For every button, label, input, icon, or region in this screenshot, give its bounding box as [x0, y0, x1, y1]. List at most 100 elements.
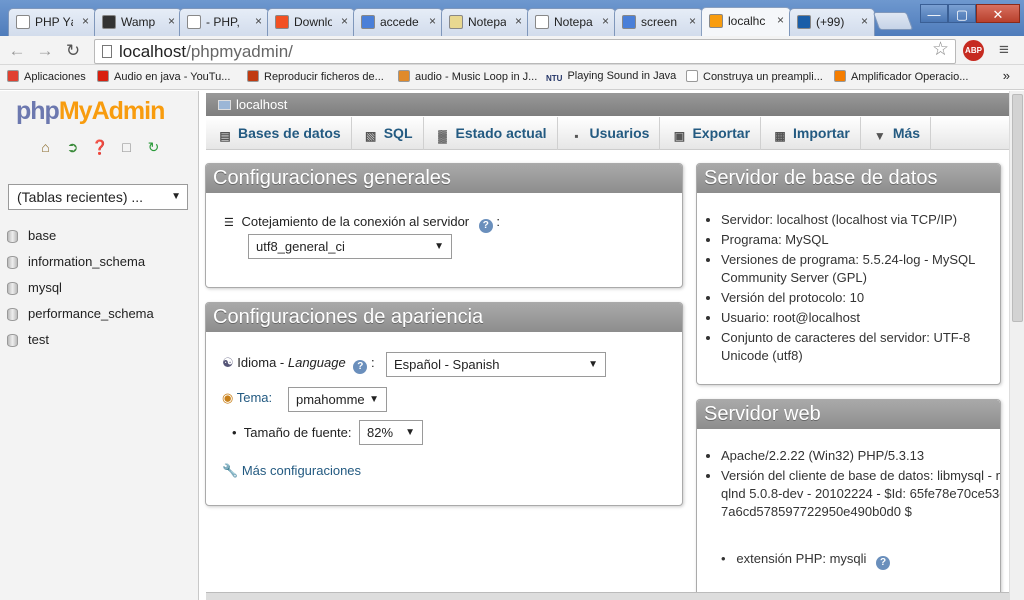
bookmark-item[interactable]: Construya un preampli...: [686, 70, 823, 83]
tab-8[interactable]: localhc ×: [701, 7, 791, 36]
menu-tab-3[interactable]: ▪ Usuarios: [558, 117, 661, 150]
bookmark-label: audio - Music Loop in J...: [415, 71, 538, 83]
close-tab-icon[interactable]: ×: [861, 14, 868, 28]
browser-toolbar: ← → ↻ localhost/phpmyadmin/ ☆ ABP ≡: [0, 36, 1024, 65]
chevron-down-icon: ▼: [171, 191, 181, 202]
menu-tab-6[interactable]: ▼ Más: [861, 117, 932, 150]
database-icon: [7, 230, 18, 243]
page-icon: [686, 70, 698, 82]
reload-icon[interactable]: ↻: [62, 40, 84, 62]
tab-5[interactable]: Notepa ×: [441, 8, 529, 36]
help-icon[interactable]: ?: [876, 556, 891, 570]
chevron-down-icon: ▼: [369, 394, 379, 405]
bookmark-label: Playing Sound in Java: [567, 70, 677, 82]
close-window-button[interactable]: ✕: [976, 4, 1020, 23]
tab-6[interactable]: Notepa ×: [527, 8, 616, 36]
page-icon: [102, 45, 112, 58]
minimize-button[interactable]: —: [920, 4, 948, 23]
phpmyadmin-logo[interactable]: phpMyAdmin: [16, 97, 165, 126]
navigation-panel: phpMyAdmin ⌂ ➲ ❓ □ ↻ (Tablas recientes) …: [0, 91, 199, 600]
tab-label: Downlo: [294, 15, 332, 29]
database-server-panel: Servidor de base de datos Servidor: loca…: [696, 163, 1001, 385]
adblock-icon[interactable]: ABP: [963, 40, 984, 61]
collation-row: ☰ Cotejamiento de la conexión al servido…: [224, 214, 501, 233]
menu-tab-5[interactable]: ▦ Importar: [761, 117, 861, 150]
general-settings-panel: Configuraciones generales ☰ Cotejamiento…: [205, 163, 683, 288]
back-icon[interactable]: ←: [6, 40, 28, 62]
close-tab-icon[interactable]: ×: [429, 14, 436, 28]
database-item[interactable]: base: [0, 223, 199, 249]
scrollbar-thumb[interactable]: [1012, 94, 1023, 322]
top-menu: ▤ Bases de datos ▧ SQL ▓ Estado actual ▪ Usuari…: [206, 117, 1009, 150]
more-settings-link[interactable]: Más configuraciones: [242, 463, 361, 478]
google-icon: [361, 15, 375, 29]
theme-select[interactable]: pmahomme ▼: [288, 387, 387, 412]
tab-4[interactable]: accede ×: [353, 8, 443, 36]
language-select[interactable]: Español - Spanish ▼: [386, 352, 606, 377]
tab-1[interactable]: Wamp ×: [94, 8, 182, 36]
menu-tab-2[interactable]: ▓ Estado actual: [424, 117, 558, 150]
breadcrumb[interactable]: localhost: [206, 93, 1009, 116]
tab-label: accede: [380, 15, 419, 29]
tab-3[interactable]: Downlo ×: [267, 8, 355, 36]
close-tab-icon[interactable]: ×: [82, 14, 89, 28]
more-settings-row: 🔧 Más configuraciones: [222, 463, 361, 479]
help-icon[interactable]: ?: [353, 360, 368, 374]
tab-7[interactable]: screen ×: [614, 8, 703, 36]
database-icon: ▤: [219, 129, 231, 143]
database-item[interactable]: performance_schema: [0, 301, 199, 327]
forward-icon[interactable]: →: [34, 40, 56, 62]
tab-9[interactable]: (+99) ×: [789, 8, 875, 36]
tab-0[interactable]: PHP Yá ×: [8, 8, 96, 36]
database-item[interactable]: information_schema: [0, 249, 199, 275]
address-bar[interactable]: localhost/phpmyadmin/: [94, 39, 956, 64]
apps-icon: [7, 70, 19, 82]
bookmark-icon: [247, 70, 259, 82]
close-tab-icon[interactable]: ×: [255, 14, 262, 28]
docs-icon[interactable]: □: [118, 139, 135, 156]
status-icon: ▓: [438, 129, 447, 143]
help-icon[interactable]: ❓: [91, 139, 108, 156]
web-server-title: Servidor web: [697, 400, 1000, 429]
menu-tab-0[interactable]: ▤ Bases de datos: [206, 117, 352, 150]
chevron-down-icon: ▼: [405, 427, 415, 438]
home-icon[interactable]: ⌂: [37, 139, 54, 156]
menu-tab-label: Más: [892, 125, 921, 141]
bookmarks-more-button[interactable]: »: [1003, 68, 1010, 83]
menu-icon[interactable]: ≡: [999, 41, 1009, 59]
bookmark-item[interactable]: Aplicaciones: [7, 70, 86, 83]
font-size-select[interactable]: 82% ▼: [359, 420, 423, 445]
menu-tab-4[interactable]: ▣ Exportar: [660, 117, 762, 150]
bookmark-star-icon[interactable]: ☆: [932, 38, 949, 61]
menu-tab-1[interactable]: ▧ SQL: [352, 117, 424, 150]
database-item[interactable]: mysql: [0, 275, 199, 301]
stack-icon: [398, 70, 410, 82]
close-tab-icon[interactable]: ×: [515, 14, 522, 28]
help-icon[interactable]: ?: [478, 219, 493, 233]
info-item: Servidor: localhost (localhost via TCP/I…: [721, 211, 995, 229]
menu-tab-label: Importar: [793, 125, 850, 141]
tab-2[interactable]: - PHP, ×: [179, 8, 269, 36]
logout-icon[interactable]: ➲: [64, 139, 81, 156]
recent-tables-select[interactable]: (Tablas recientes) ... ▼: [8, 184, 188, 210]
new-tab-button[interactable]: [872, 12, 914, 30]
close-tab-icon[interactable]: ×: [168, 14, 175, 28]
bookmark-item[interactable]: audio - Music Loop in J...: [398, 70, 537, 83]
collation-select[interactable]: utf8_general_ci ▼: [248, 234, 452, 259]
bookmark-item[interactable]: Reproducir ficheros de...: [247, 70, 384, 83]
page-scrollbar[interactable]: [1009, 91, 1024, 600]
bookmark-item[interactable]: Amplificador Operacio...: [834, 70, 968, 83]
close-tab-icon[interactable]: ×: [602, 14, 609, 28]
close-tab-icon[interactable]: ×: [341, 14, 348, 28]
web-server-info: Apache/2.2.22 (Win32) PHP/5.3.13 Versión …: [705, 447, 1000, 523]
bookmark-item[interactable]: NTU Playing Sound in Java: [546, 70, 676, 86]
bookmark-item[interactable]: Audio en java - YouTu...: [97, 70, 230, 83]
sql-icon: ▧: [365, 129, 377, 143]
refresh-icon[interactable]: ↻: [145, 139, 162, 156]
close-tab-icon[interactable]: ×: [689, 14, 696, 28]
youtube-icon: [97, 70, 109, 82]
general-settings-title: Configuraciones generales: [206, 164, 682, 193]
database-item[interactable]: test: [0, 327, 199, 353]
close-tab-icon[interactable]: ×: [777, 13, 784, 27]
maximize-button[interactable]: ▢: [948, 4, 976, 23]
